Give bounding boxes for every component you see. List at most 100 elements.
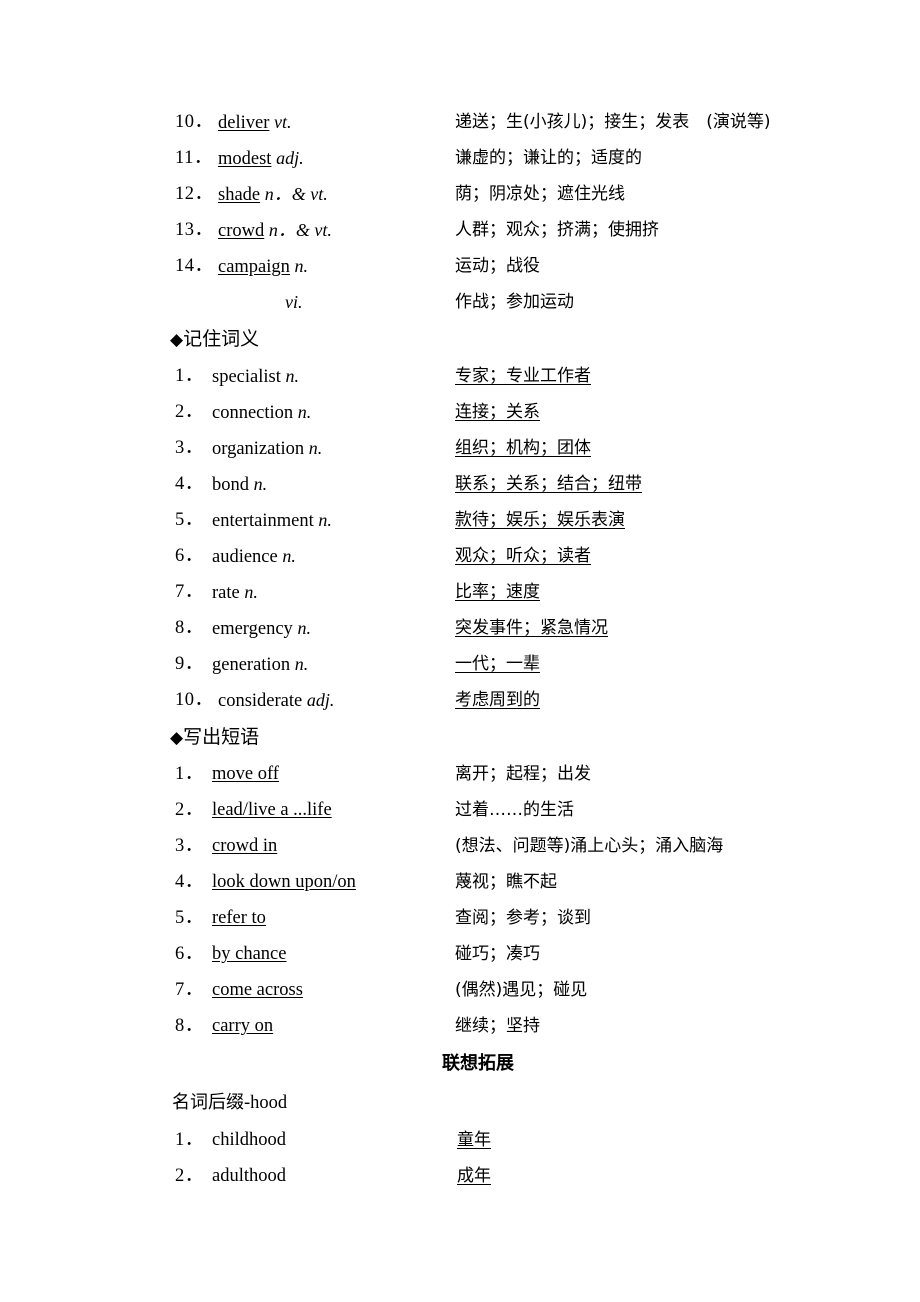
section-remember-meaning: ◆记住词义 1． specialist n. 专家；专业工作者 2． conne… (0, 320, 920, 718)
phrase-row: 3． crowd in (想法、问题等)涌上心头；涌入脑海 (0, 828, 920, 864)
term-text: bond (212, 475, 249, 495)
row-term: childhood (212, 1130, 286, 1150)
term-pos: adj. (306, 690, 335, 710)
row-number: 13． (175, 220, 214, 240)
term-text: deliver (218, 113, 270, 133)
row-term: deliver vt. (218, 104, 292, 141)
row-meaning: 观众；听众；读者 (455, 546, 591, 566)
document-page: 10． deliver vt. 递送；生(小孩儿)；接生；发表 (演说等) 11… (0, 0, 920, 1302)
row-term: bond n. (212, 466, 267, 503)
row-meaning: 离开；起程；出发 (455, 764, 591, 784)
row-term: specialist n. (212, 358, 299, 395)
term-pos: n. (253, 474, 268, 494)
row-meaning: 款待；娱乐；娱乐表演 (455, 510, 625, 530)
row-meaning: (想法、问题等)涌上心头；涌入脑海 (455, 836, 724, 856)
term-pos: n. (294, 654, 309, 674)
row-meaning: 比率；速度 (455, 582, 540, 602)
vocab-row: 4． bond n. 联系；关系；结合；纽带 (0, 466, 920, 502)
section-heading-write-phrases: ◆写出短语 (0, 718, 920, 756)
center-heading-association-expansion: 联想拓展 (442, 1053, 514, 1074)
row-meaning: 成年 (457, 1166, 491, 1186)
term-pos: n．& vt. (264, 184, 328, 204)
row-number: 2． (175, 402, 204, 422)
row-meaning: 作战；参加运动 (455, 292, 574, 312)
term-text: emergency (212, 619, 293, 639)
diamond-bullet-icon: ◆ (170, 728, 184, 748)
row-number: 7． (175, 582, 204, 602)
term-text: entertainment (212, 511, 314, 531)
term-text: connection (212, 403, 294, 423)
row-term: by chance (212, 944, 287, 964)
row-meaning: (偶然)遇见；碰见 (455, 980, 588, 1000)
row-number: 1． (175, 1130, 204, 1150)
term-pos: n. (297, 402, 312, 422)
row-term: carry on (212, 1016, 274, 1036)
row-term: come across (212, 980, 303, 1000)
vocab-row: 11． modest adj. 谦虚的；谦让的；适度的 (0, 140, 920, 176)
vocab-row: 12． shade n．& vt. 荫；阴凉处；遮住光线 (0, 176, 920, 212)
row-term: move off (212, 764, 279, 784)
vocab-row: 3． organization n. 组织；机构；团体 (0, 430, 920, 466)
vocab-row: 7． rate n. 比率；速度 (0, 574, 920, 610)
vocab-row: 8． emergency n. 突发事件；紧急情况 (0, 610, 920, 646)
row-meaning: 连接；关系 (455, 402, 540, 422)
section-heading-remember-meaning: ◆记住词义 (0, 320, 920, 358)
row-term: adulthood (212, 1166, 286, 1186)
section-heading-inner: ◆写出短语 (170, 718, 259, 757)
row-term: generation n. (212, 646, 308, 683)
section-heading-label: 写出短语 (183, 726, 260, 748)
row-term: entertainment n. (212, 502, 332, 539)
term-text: crowd (218, 221, 265, 241)
term-text: audience (212, 547, 278, 567)
row-term: lead/live a ...life (212, 800, 332, 820)
row-number: 3． (175, 836, 204, 856)
row-number: 4． (175, 872, 204, 892)
section-heading-inner: ◆记住词义 (170, 320, 259, 359)
row-number: 1． (175, 764, 204, 784)
section-heading-label: 记住词义 (183, 328, 260, 350)
row-term: refer to (212, 908, 266, 928)
vocab-row-continuation: vi. 作战；参加运动 (0, 284, 920, 320)
term-pos: n. (308, 438, 323, 458)
row-number: 2． (175, 1166, 204, 1186)
vocab-row: 1． specialist n. 专家；专业工作者 (0, 358, 920, 394)
row-number: 11． (175, 148, 213, 168)
row-meaning: 查阅；参考；谈到 (455, 908, 591, 928)
section-write-phrases: ◆写出短语 1． move off 离开；起程；出发 2． lead/live … (0, 718, 920, 1044)
row-meaning: 童年 (457, 1130, 491, 1150)
row-number: 9． (175, 654, 204, 674)
term-text: modest (218, 149, 272, 169)
vocab-row: 2． connection n. 连接；关系 (0, 394, 920, 430)
vocab-row: 6． audience n. 观众；听众；读者 (0, 538, 920, 574)
row-term: modest adj. (218, 140, 304, 177)
top-margin (0, 0, 920, 104)
row-term: rate n. (212, 574, 258, 611)
row-term: shade n．& vt. (218, 176, 328, 213)
row-meaning: 蔑视；瞧不起 (455, 872, 557, 892)
subheading-en: -hood (244, 1093, 288, 1113)
row-number: 4． (175, 474, 204, 494)
row-meaning: 过着……的生活 (455, 800, 574, 820)
row-term: audience n. (212, 538, 296, 575)
row-meaning: 谦虚的；谦让的；适度的 (455, 148, 642, 168)
term-text: considerate (218, 691, 303, 711)
row-number: 7． (175, 980, 204, 1000)
row-number: 5． (175, 510, 204, 530)
term-pos: n. (297, 618, 311, 638)
row-number: 3． (175, 438, 204, 458)
vocab-row: 1． childhood 童年 (0, 1122, 920, 1158)
row-term: look down upon/on (212, 872, 356, 892)
vocab-row: 5． entertainment n. 款待；娱乐；娱乐表演 (0, 502, 920, 538)
term-pos: n. (318, 510, 332, 530)
row-meaning: 运动；战役 (455, 256, 540, 276)
subheading-cn: 名词后缀 (172, 1092, 244, 1113)
term-pos: n．& vt. (268, 220, 332, 240)
row-number: 12． (175, 184, 214, 204)
term-text: campaign (218, 257, 290, 277)
row-number: 2． (175, 800, 204, 820)
row-term: crowd in (212, 836, 278, 856)
row-meaning: 突发事件；紧急情况 (455, 618, 608, 638)
row-meaning: 联系；关系；结合；纽带 (455, 474, 642, 494)
term-pos: adj. (276, 148, 304, 168)
row-meaning: 碰巧；凑巧 (455, 944, 540, 964)
